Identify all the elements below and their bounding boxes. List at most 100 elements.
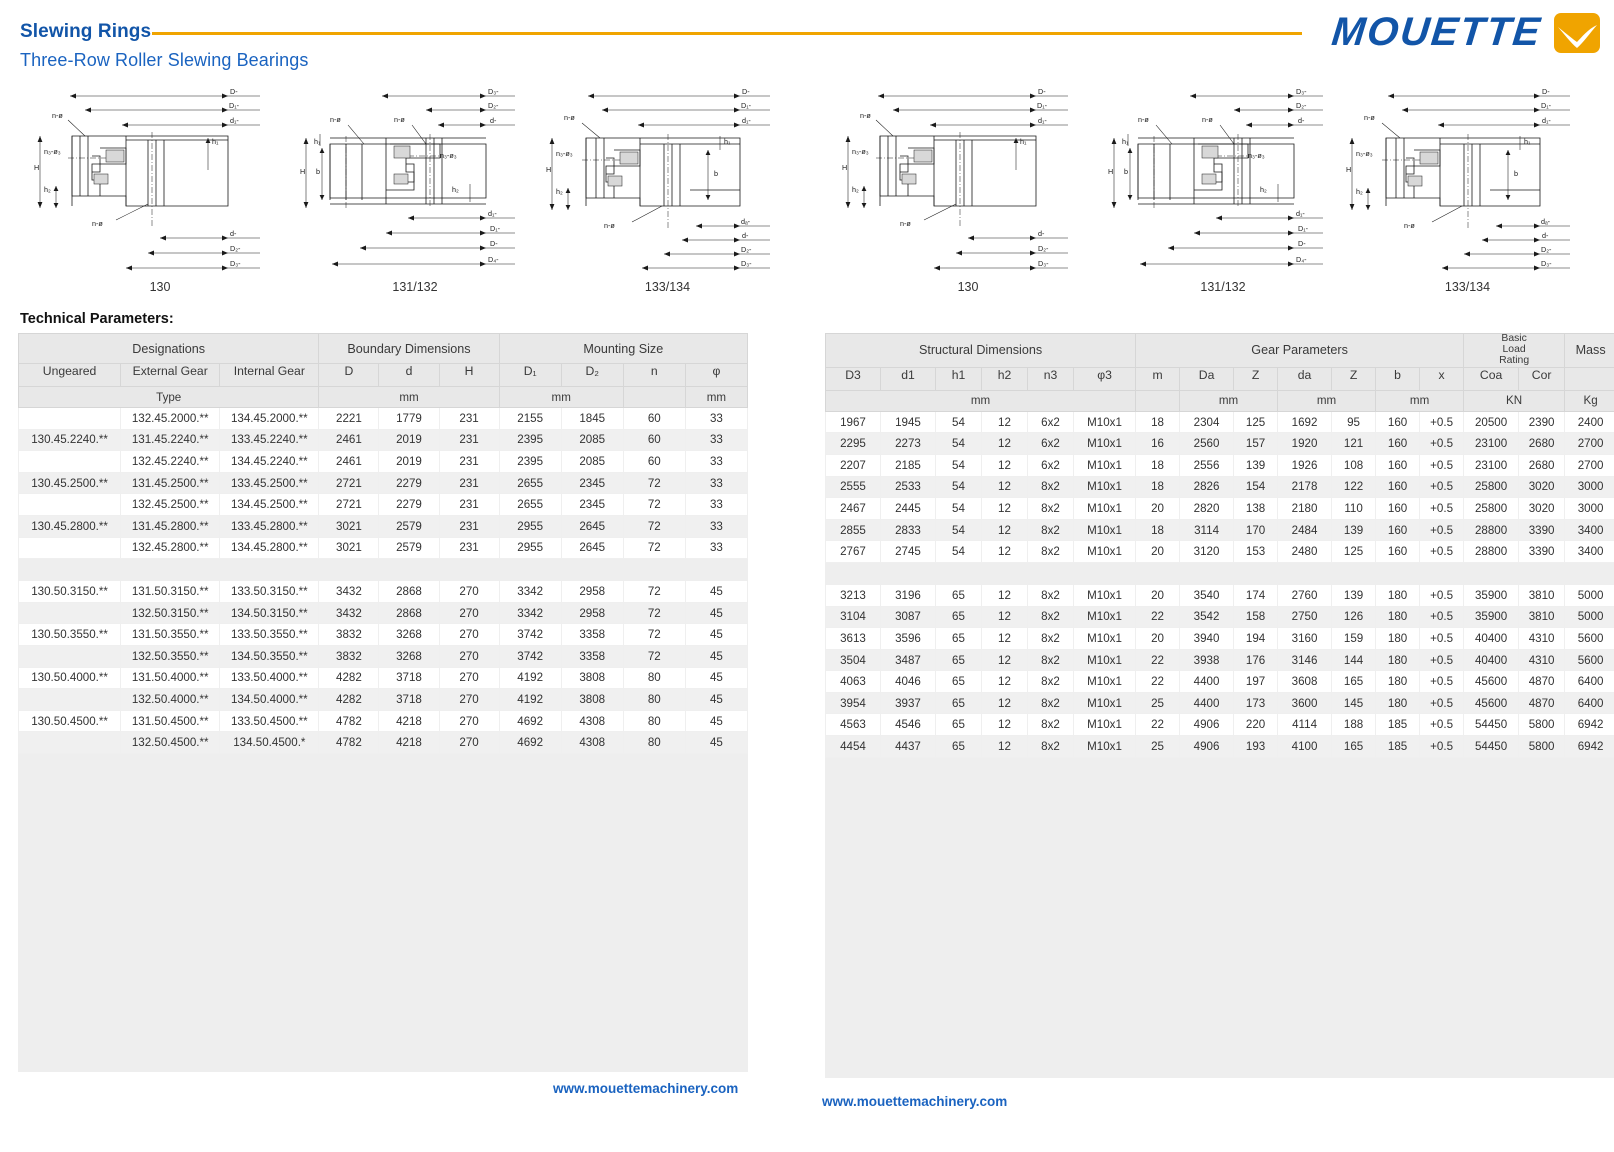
table-cell: 2461	[318, 428, 380, 452]
svg-text:b: b	[1514, 169, 1518, 178]
table-cell: 2767	[825, 540, 881, 563]
table-cell: 3742	[498, 644, 562, 668]
svg-text:D₂-: D₂-	[1541, 245, 1552, 254]
table-row[interactable]: 4454 4437 65 12 8x2 M10x1 25 4906 193 4100 165 185 +…	[825, 735, 1614, 758]
unit-header: mm	[1277, 389, 1377, 412]
table-row[interactable]: 4563 4546 65 12 8x2 M10x1 22 4906 220 4114 188 185 +…	[825, 713, 1614, 737]
table-cell: 2645	[560, 536, 624, 560]
table-cell: 2826	[1179, 475, 1235, 499]
table-row[interactable]: 130.45.2240.** 131.45.2240.** 133.45.2240.…	[17, 428, 749, 452]
left-unit-header-row: Type mm mm mm	[17, 386, 749, 408]
table-cell: 138	[1233, 497, 1279, 520]
table-row[interactable]: 132.45.2800.** 134.45.2800.** 3021 2579 231 2…	[17, 536, 749, 560]
svg-text:b: b	[714, 169, 718, 178]
table-cell: 12	[981, 583, 1028, 607]
table-cell: 25800	[1463, 497, 1520, 520]
table-row[interactable]: 2767 2745 54 12 8x2 M10x1 20 3120 153 2480 125 160 +…	[825, 540, 1614, 563]
table-row[interactable]: 132.45.2240.** 134.45.2240.** 2461 2019 231 2…	[17, 450, 749, 473]
table-cell: 95	[1331, 410, 1377, 434]
table-row[interactable]: 132.45.2500.** 134.45.2500.** 2721 2279 231 2…	[17, 493, 749, 516]
table-cell: 180	[1375, 648, 1421, 672]
table-cell: 139	[1331, 518, 1377, 542]
table-cell: M10x1	[1072, 432, 1137, 455]
svg-text:D₂-: D₂-	[230, 244, 241, 253]
spacer-cell	[18, 558, 748, 582]
table-cell: 2221	[318, 407, 380, 430]
table-row[interactable]: 3613 3596 65 12 8x2 M10x1 20 3940 194 3160 159 180 +…	[825, 627, 1614, 650]
table-cell: 130.45.2240.**	[17, 428, 122, 452]
svg-text:D-: D-	[230, 87, 238, 96]
table-row[interactable]: 3504 3487 65 12 8x2 M10x1 22 3938 176 3146 144 180 +…	[825, 648, 1614, 672]
footer-url-left[interactable]: www.mouettemachinery.com	[553, 1081, 738, 1096]
table-cell: 130.50.4000.**	[17, 666, 122, 690]
table-cell: 3718	[378, 688, 440, 711]
table-cell: 28800	[1463, 540, 1520, 563]
table-cell: 132.50.4500.**	[120, 731, 221, 754]
table-cell: M10x1	[1072, 475, 1137, 499]
table-cell: 60	[622, 428, 686, 452]
table-row[interactable]: 132.50.4000.** 134.50.4000.** 4282 3718 270 4…	[17, 688, 749, 711]
table-cell: 194	[1233, 627, 1279, 650]
table-row[interactable]: 130.50.4000.** 131.50.4000.** 133.50.4000.…	[17, 666, 749, 690]
table-row[interactable]: 132.45.2000.** 134.45.2000.** 2221 1779 231 2…	[17, 407, 749, 430]
table-cell: 3087	[880, 605, 936, 629]
table-row[interactable]: 132.50.4500.** 134.50.4500.* 4782 4218 270 46…	[17, 731, 749, 754]
column-header: n	[622, 363, 686, 387]
table-cell: +0.5	[1419, 583, 1465, 607]
table-cell: 2645	[560, 514, 624, 538]
table-row[interactable]: 1967 1945 54 12 6x2 M10x1 18 2304 125 1692 95 160 +0…	[825, 410, 1614, 434]
table-row[interactable]: 132.50.3550.** 134.50.3550.** 3832 3268 270 3…	[17, 644, 749, 668]
unit-header: mm	[1375, 389, 1465, 412]
table-row[interactable]: 130.45.2800.** 131.45.2800.** 133.45.2800.…	[17, 514, 749, 538]
table-cell: 80	[622, 666, 686, 690]
table-cell: 3832	[318, 623, 380, 646]
table-cell: 4454	[825, 735, 881, 758]
table-cell: 65	[935, 627, 982, 650]
filler-cell	[824, 756, 1614, 1078]
table-cell: 3390	[1518, 518, 1566, 542]
table-cell: M10x1	[1072, 735, 1137, 758]
left-table-head: Designations Boundary Dimensions Mounting …	[17, 333, 749, 408]
table-cell: 8x2	[1027, 670, 1074, 693]
table-row[interactable]: 4063 4046 65 12 8x2 M10x1 22 4400 197 3608 165 180 +…	[825, 670, 1614, 693]
svg-text:H: H	[1346, 165, 1351, 174]
svg-text:D₂-: D₂-	[741, 245, 752, 254]
table-row[interactable]: 2855 2833 54 12 8x2 M10x1 18 3114 170 2484 139 160 +…	[825, 518, 1614, 542]
table-cell: 45	[684, 709, 749, 733]
table-row[interactable]: 3213 3196 65 12 8x2 M10x1 20 3540 174 2760 139 180 +…	[825, 583, 1614, 607]
table-cell: 33	[684, 407, 749, 430]
table-cell: 12	[981, 627, 1028, 650]
footer-url-right[interactable]: www.mouettemachinery.com	[822, 1094, 1007, 1109]
table-cell: 2820	[1179, 497, 1235, 520]
table-cell	[17, 601, 122, 625]
table-cell: 33	[684, 493, 749, 516]
table-row[interactable]: 132.50.3150.** 134.50.3150.** 3432 2868 270 3…	[17, 601, 749, 625]
svg-text:D₁-: D₁-	[490, 224, 501, 233]
column-header: b	[1375, 366, 1421, 391]
table-cell	[17, 493, 122, 516]
table-cell: 45	[684, 731, 749, 754]
table-row[interactable]: 130.50.3550.** 131.50.3550.** 133.50.3550.…	[17, 623, 749, 646]
table-cell: 54	[935, 432, 982, 455]
table-cell: 4310	[1518, 627, 1566, 650]
table-row[interactable]: 130.50.4500.** 131.50.4500.** 133.50.4500.…	[17, 709, 749, 733]
table-cell: 3268	[378, 623, 440, 646]
table-row[interactable]: 130.45.2500.** 131.45.2500.** 133.45.2500.…	[17, 471, 749, 495]
svg-text:D-: D-	[742, 87, 750, 96]
table-cell: 54450	[1463, 713, 1520, 737]
table-row[interactable]: 130.50.3150.** 131.50.3150.** 133.50.3150.…	[17, 580, 749, 603]
table-row[interactable]: 3954 3937 65 12 8x2 M10x1 25 4400 173 3600 145 180 +…	[825, 691, 1614, 715]
table-row[interactable]: 2295 2273 54 12 6x2 M10x1 16 2560 157 1920 121 160 +…	[825, 432, 1614, 455]
table-cell: 3937	[880, 691, 936, 715]
figure-130-left: D- D₁- d₁- n-ø n₃-ø₃ h₂ H h₁ n-ø d- D₂- …	[30, 78, 290, 294]
table-cell: 3213	[825, 583, 881, 607]
table-row[interactable]: 3104 3087 65 12 8x2 M10x1 22 3542 158 2750 126 180 +…	[825, 605, 1614, 629]
svg-text:n-ø: n-ø	[92, 219, 103, 228]
table-cell: 231	[438, 493, 500, 516]
table-row[interactable]: 2555 2533 54 12 8x2 M10x1 18 2826 154 2178 122 160 +…	[825, 475, 1614, 499]
table-row[interactable]: 2207 2185 54 12 6x2 M10x1 18 2556 139 1926 108 160 +…	[825, 453, 1614, 477]
table-cell: 54	[935, 497, 982, 520]
table-cell: 4400	[1179, 691, 1235, 715]
table-row[interactable]: 2467 2445 54 12 8x2 M10x1 20 2820 138 2180 110 160 +…	[825, 497, 1614, 520]
table-cell: 130.50.3150.**	[17, 580, 122, 603]
